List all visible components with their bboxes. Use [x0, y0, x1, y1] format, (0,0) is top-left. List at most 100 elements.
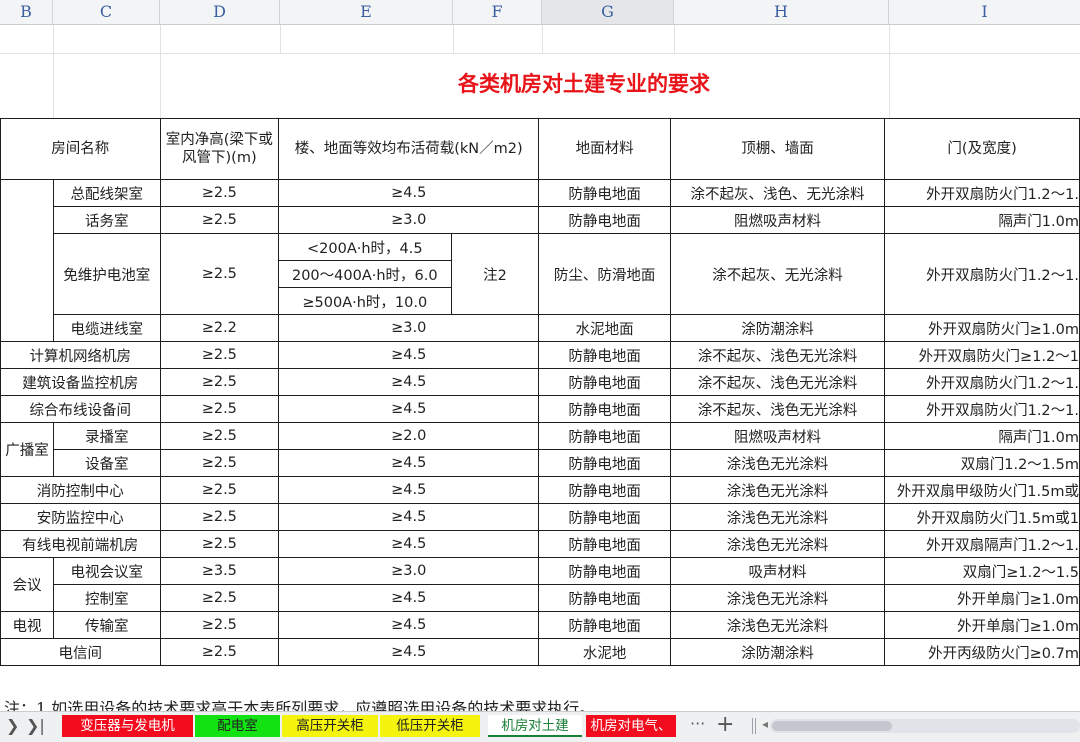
- column-header-e[interactable]: E: [280, 0, 453, 24]
- add-sheet-icon[interactable]: +: [716, 712, 734, 738]
- cell-room[interactable]: 有线电视前端机房: [0, 530, 161, 558]
- sheet-tab-distribution-room[interactable]: 配电室: [195, 715, 280, 737]
- column-header-b[interactable]: B: [0, 0, 53, 24]
- sheet-grid[interactable]: 各类机房对土建专业的要求 房间名称 室内净高(梁下或风管下)(m) 楼、地面等效…: [0, 25, 1080, 711]
- sheet-tab-transformer[interactable]: 变压器与发电机: [62, 715, 193, 737]
- cell-ceiling[interactable]: 阻燃吸声材料: [669, 206, 886, 234]
- cell-floor[interactable]: 防静电地面: [538, 503, 671, 531]
- sheet-tab-lv-switchgear[interactable]: 低压开关柜: [380, 715, 480, 737]
- cell-room[interactable]: 综合布线设备间: [0, 395, 161, 423]
- cell-door[interactable]: 双扇门≥1.2～1.5: [884, 557, 1080, 585]
- cell-load[interactable]: ≥4.5: [278, 476, 540, 504]
- cell-ceiling[interactable]: 涂浅色无光涂料: [669, 476, 886, 504]
- last-sheet-icon[interactable]: ❯|: [26, 716, 45, 735]
- cell-floor[interactable]: 防静电地面: [538, 422, 671, 450]
- cell-load[interactable]: ≥4.5: [278, 611, 540, 639]
- cell-room[interactable]: 安防监控中心: [0, 503, 161, 531]
- cell-door[interactable]: 外开单扇门≥1.0m: [884, 611, 1080, 639]
- cell-load[interactable]: ≥4.5: [278, 503, 540, 531]
- cell-height[interactable]: ≥2.5: [159, 476, 280, 504]
- cell-load[interactable]: ≥4.5: [278, 638, 540, 666]
- cell-floor[interactable]: 防静电地面: [538, 179, 671, 207]
- cell-load[interactable]: ≥3.0: [278, 314, 540, 342]
- cell-door[interactable]: 隔声门1.0m: [884, 206, 1080, 234]
- cell-load[interactable]: ≥3.0: [278, 557, 540, 585]
- cell-door[interactable]: 外开双扇隔声门1.2～1.: [884, 530, 1080, 558]
- cell-height[interactable]: ≥2.5: [159, 233, 280, 315]
- cell-floor[interactable]: 防静电地面: [538, 395, 671, 423]
- group-cell[interactable]: 会议: [0, 557, 54, 612]
- cell-door[interactable]: 双扇门1.2～1.5m: [884, 449, 1080, 477]
- cell-door[interactable]: 隔声门1.0m: [884, 422, 1080, 450]
- cell-height[interactable]: ≥2.5: [159, 449, 280, 477]
- cell-room[interactable]: 传输室: [52, 611, 161, 639]
- scrollbar-thumb[interactable]: [772, 721, 892, 731]
- cell-floor[interactable]: 防静电地面: [538, 557, 671, 585]
- cell-load[interactable]: ≥4.5: [278, 179, 540, 207]
- cell-load-sub[interactable]: 200～400A·h时，6.0: [278, 260, 452, 288]
- cell-door[interactable]: 外开双扇防火门≥1.2～1: [884, 341, 1080, 369]
- cell-load-sub[interactable]: ≥500A·h时，10.0: [278, 287, 452, 315]
- header-floor[interactable]: 地面材料: [538, 118, 671, 180]
- cell-note[interactable]: 注2: [450, 233, 540, 315]
- cell-door[interactable]: 外开双扇防火门1.2～1.: [884, 179, 1080, 207]
- cell-height[interactable]: ≥2.5: [159, 206, 280, 234]
- header-door[interactable]: 门(及宽度): [884, 118, 1080, 180]
- cell-load[interactable]: ≥2.0: [278, 422, 540, 450]
- cell-room[interactable]: 电缆进线室: [52, 314, 161, 342]
- cell-ceiling[interactable]: 涂不起灰、无光涂料: [669, 233, 886, 315]
- cell-height[interactable]: ≥2.5: [159, 341, 280, 369]
- cell-room[interactable]: 总配线架室: [52, 179, 161, 207]
- cell-load[interactable]: ≥4.5: [278, 395, 540, 423]
- cell-room[interactable]: 电信间: [0, 638, 161, 666]
- cell-ceiling[interactable]: 涂不起灰、浅色无光涂料: [669, 368, 886, 396]
- cell-room[interactable]: 话务室: [52, 206, 161, 234]
- cell-load-sub[interactable]: <200A·h时，4.5: [278, 233, 452, 261]
- cell-height[interactable]: ≥2.5: [159, 395, 280, 423]
- group-cell[interactable]: 广播室: [0, 422, 54, 477]
- column-header-i[interactable]: I: [889, 0, 1080, 24]
- column-header-h[interactable]: H: [674, 0, 889, 24]
- cell-height[interactable]: ≥3.5: [159, 557, 280, 585]
- cell-floor[interactable]: 防静电地面: [538, 368, 671, 396]
- cell-room[interactable]: 建筑设备监控机房: [0, 368, 161, 396]
- cell-door[interactable]: 外开丙级防火门≥0.7m: [884, 638, 1080, 666]
- cell-load[interactable]: ≥4.5: [278, 368, 540, 396]
- cell-floor[interactable]: 防静电地面: [538, 476, 671, 504]
- cell-ceiling[interactable]: 涂浅色无光涂料: [669, 449, 886, 477]
- cell-door[interactable]: 外开双扇防火门1.5m或1: [884, 503, 1080, 531]
- cell-floor[interactable]: 水泥地: [538, 638, 671, 666]
- cell-door[interactable]: 外开双扇防火门1.2～1.: [884, 395, 1080, 423]
- cell-floor[interactable]: 防静电地面: [538, 341, 671, 369]
- cell-ceiling[interactable]: 涂浅色无光涂料: [669, 530, 886, 558]
- cell-load[interactable]: ≥3.0: [278, 206, 540, 234]
- cell-height[interactable]: ≥2.5: [159, 638, 280, 666]
- header-load[interactable]: 楼、地面等效均布活荷载(kN／m2): [278, 118, 540, 180]
- cell-floor[interactable]: 防静电地面: [538, 206, 671, 234]
- cell-room[interactable]: 电视会议室: [52, 557, 161, 585]
- column-header-f[interactable]: F: [453, 0, 542, 24]
- cell-ceiling[interactable]: 涂不起灰、浅色无光涂料: [669, 395, 886, 423]
- cell-floor[interactable]: 防静电地面: [538, 530, 671, 558]
- column-header-d[interactable]: D: [160, 0, 280, 24]
- header-ceiling[interactable]: 顶棚、墙面: [669, 118, 886, 180]
- cell-height[interactable]: ≥2.5: [159, 422, 280, 450]
- header-height[interactable]: 室内净高(梁下或风管下)(m): [159, 118, 280, 180]
- cell-door[interactable]: 外开单扇门≥1.0m: [884, 584, 1080, 612]
- sheet-tab-civil-active[interactable]: 机房对土建: [488, 715, 582, 737]
- cell-room[interactable]: 免维护电池室: [52, 233, 161, 315]
- cell-load[interactable]: ≥4.5: [278, 530, 540, 558]
- cell-height[interactable]: ≥2.5: [159, 584, 280, 612]
- cell-height[interactable]: ≥2.5: [159, 503, 280, 531]
- cell-ceiling[interactable]: 阻燃吸声材料: [669, 422, 886, 450]
- cell-load[interactable]: ≥4.5: [278, 584, 540, 612]
- cell-room[interactable]: 控制室: [52, 584, 161, 612]
- cell-ceiling[interactable]: 涂浅色无光涂料: [669, 503, 886, 531]
- cell-height[interactable]: ≥2.5: [159, 368, 280, 396]
- prev-sheet-icon[interactable]: ❯: [6, 716, 19, 735]
- cell-door[interactable]: 外开双扇防火门1.2～1.: [884, 233, 1080, 315]
- sheet-tab-hv-switchgear[interactable]: 高压开关柜: [282, 715, 378, 737]
- split-handle-icon[interactable]: [752, 718, 756, 734]
- cell-room[interactable]: 设备室: [52, 449, 161, 477]
- cell-room[interactable]: 录播室: [52, 422, 161, 450]
